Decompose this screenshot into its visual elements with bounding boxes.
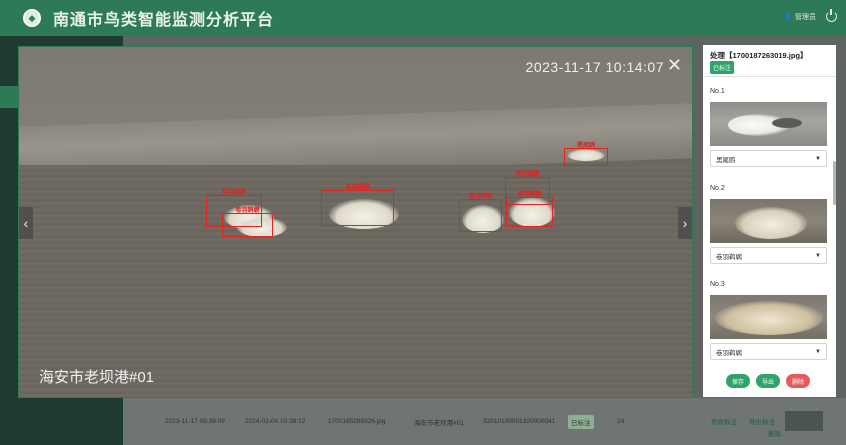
bird-wing <box>772 118 802 128</box>
detection-number: No.2 <box>710 185 725 192</box>
detection-thumbnail <box>710 102 827 146</box>
detection-thumbnail <box>710 199 827 243</box>
detection-label: 卷羽鹈鹕 <box>345 185 370 191</box>
app-title: 南通市鸟类智能监测分析平台 <box>53 12 275 29</box>
user-icon: 👤 <box>783 14 792 21</box>
detection-box[interactable]: 卷羽鹈鹕 <box>459 194 502 232</box>
export-annotation-link[interactable]: 导出标注 <box>749 416 775 426</box>
prev-image-button[interactable]: ‹ <box>19 207 33 239</box>
cell-count: 24 <box>617 418 625 425</box>
app-header: ◆ 南通市鸟类智能监测分析平台 👤 管理员 <box>0 0 846 36</box>
species-select[interactable]: 卷羽鹈鹕 ▼ <box>710 247 827 264</box>
chevron-down-icon: ▼ <box>815 252 821 259</box>
row-thumbnail[interactable] <box>785 411 823 431</box>
detection-thumbnail <box>710 295 827 339</box>
cell-device-id: 32010100001320000041 <box>483 418 556 425</box>
detection-item: No.3 卷羽鹈鹕 ▼ <box>710 281 827 360</box>
species-value: 黑尾鸥 <box>716 156 736 164</box>
status-badge: 已标注 <box>710 61 735 74</box>
user-menu[interactable]: 👤 管理员 <box>783 12 816 22</box>
detection-box[interactable]: 卷羽鹈鹕 <box>321 185 394 226</box>
delete-button[interactable]: 删除 <box>786 374 811 388</box>
save-button[interactable]: 保存 <box>726 374 751 388</box>
detection-label: 黑尾鸥 <box>576 143 596 149</box>
next-image-button[interactable]: › <box>678 207 692 239</box>
detection-box[interactable]: 黑尾鸥 <box>564 143 608 166</box>
detection-box[interactable]: 卷羽鹈鹕 <box>222 208 273 237</box>
annotation-panel: 处理【1700187263019.jpg】 已标注 No.1 黑尾鸥 ▼ No.… <box>703 45 836 397</box>
species-value: 卷羽鹈鹕 <box>716 349 742 357</box>
export-button[interactable]: 导出 <box>756 374 781 388</box>
chevron-down-icon: ▼ <box>815 155 821 162</box>
detection-item: No.2 卷羽鹈鹕 ▼ <box>710 185 827 264</box>
detection-label: 卷羽鹈鹕 <box>468 194 493 200</box>
image-timestamp: 2023-11-17 10:14:07 <box>525 59 664 75</box>
detection-label: 卷羽鹈鹕 <box>515 172 540 178</box>
species-select[interactable]: 卷羽鹈鹕 ▼ <box>710 343 827 360</box>
scrollbar[interactable] <box>833 161 836 205</box>
power-icon[interactable] <box>826 9 837 22</box>
detection-label: 卷羽鹈鹕 <box>221 190 247 196</box>
cell-location: 海安市老坝港#01 <box>414 419 464 427</box>
table-row[interactable]: 2023-11-17 09:39:09 2024-01-04 10:38:12 … <box>123 398 846 445</box>
detection-item: No.1 黑尾鸥 ▼ <box>710 88 827 167</box>
action-buttons: 保存 导出 删除 <box>726 374 811 388</box>
detection-label: 卷羽鹈鹕 <box>235 208 260 214</box>
edit-annotation-link[interactable]: 修改标注 <box>711 416 737 426</box>
cell-capture-time: 2023-11-17 09:39:09 <box>165 418 225 425</box>
bird-shape <box>715 301 823 335</box>
chevron-right-icon: › <box>682 215 688 231</box>
bird-shape <box>735 207 807 239</box>
detection-number: No.1 <box>710 88 725 95</box>
delete-link[interactable]: 删除 <box>768 428 781 438</box>
logo-icon: ◆ <box>23 9 41 27</box>
chevron-down-icon: ▼ <box>815 348 821 355</box>
chevron-left-icon: ‹ <box>23 215 29 231</box>
species-value: 卷羽鹈鹕 <box>716 253 742 261</box>
species-select[interactable]: 黑尾鸥 ▼ <box>710 150 827 167</box>
panel-title: 处理【1700187263019.jpg】 <box>710 51 808 60</box>
cell-filename: 1700185289326.jpg <box>328 418 386 425</box>
detection-label: 卷羽鹈鹕 <box>517 192 542 198</box>
close-icon[interactable]: ✕ <box>667 55 682 76</box>
sidebar-item-active[interactable] <box>0 86 20 108</box>
status-badge: 已标注 <box>568 414 594 429</box>
detection-box[interactable]: 卷羽鹈鹕 <box>506 192 553 227</box>
divider <box>703 76 836 77</box>
camera-label: 海安市老坝港#01 <box>39 369 155 386</box>
image-viewer: 卷羽鹈鹕 卷羽鹈鹕 卷羽鹈鹕 卷羽鹈鹕 卷羽鹈鹕 卷羽鹈鹕 黑尾鸥 2023-1… <box>18 46 693 398</box>
cell-process-time: 2024-01-04 10:38:12 <box>245 418 306 425</box>
detection-number: No.3 <box>710 281 725 288</box>
user-label: 管理员 <box>795 14 816 21</box>
